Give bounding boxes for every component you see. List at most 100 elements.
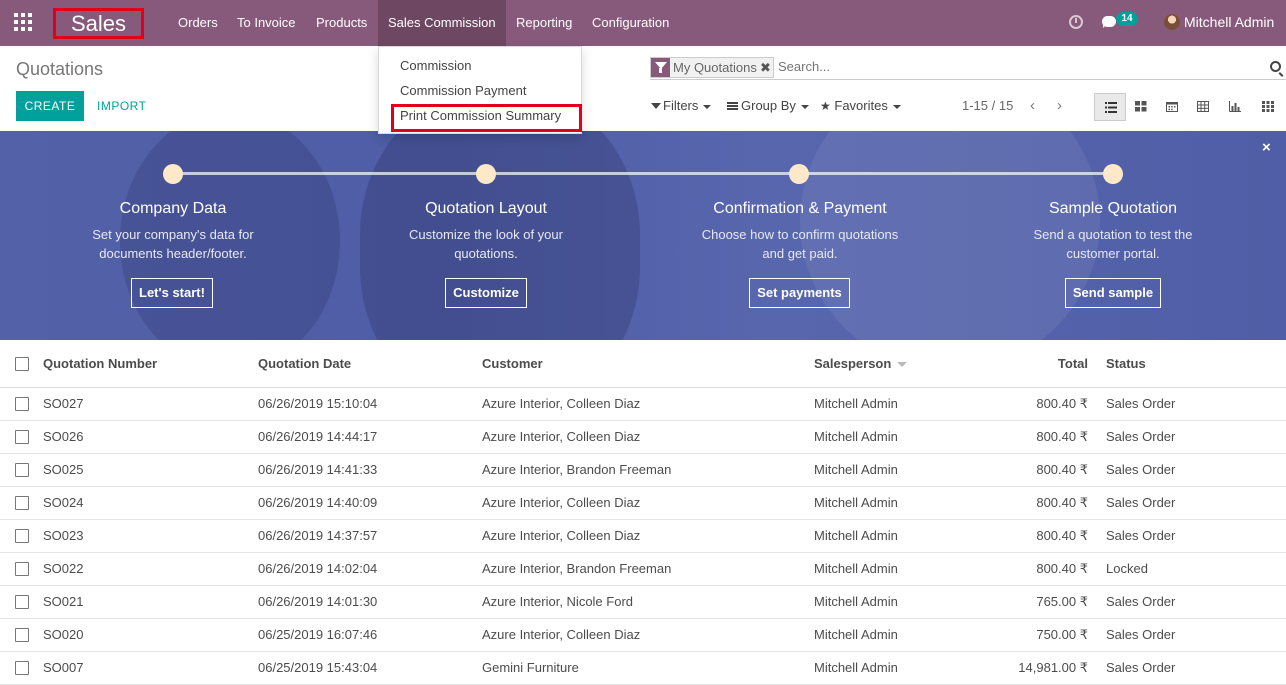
cell-total: 800.40 ₹	[1036, 561, 1088, 576]
apps-grid-icon[interactable]	[14, 13, 34, 33]
customize-button[interactable]: Customize	[445, 278, 527, 308]
row-checkbox[interactable]	[15, 628, 29, 642]
header-customer[interactable]: Customer	[482, 340, 543, 388]
table-row[interactable]: SO021 06/26/2019 14:01:30 Azure Interior, …	[0, 586, 1286, 619]
cell-salesperson: Mitchell Admin	[814, 561, 898, 576]
user-menu[interactable]: Mitchell Admin	[1184, 0, 1274, 45]
cell-quotation-date: 06/25/2019 15:43:04	[258, 660, 378, 675]
list-view-icon	[1105, 102, 1117, 113]
menu-item-commission-payment[interactable]: Commission Payment	[400, 83, 526, 98]
row-checkbox[interactable]	[15, 397, 29, 411]
pager-previous-button[interactable]: ‹	[1030, 98, 1035, 114]
set-payments-button[interactable]: Set payments	[749, 278, 850, 308]
table-row[interactable]: SO024 06/26/2019 14:40:09 Azure Interior, …	[0, 487, 1286, 520]
select-all-checkbox[interactable]	[15, 357, 29, 371]
cell-salesperson: Mitchell Admin	[814, 660, 898, 675]
filters-button[interactable]: Filters	[651, 98, 712, 113]
menu-to-invoice[interactable]: To Invoice	[227, 0, 306, 46]
bar-chart-icon	[1229, 101, 1241, 112]
cell-total: 14,981.00 ₹	[1018, 660, 1088, 675]
step-title: Sample Quotation	[1048, 200, 1178, 217]
filters-label: Filters	[663, 98, 699, 113]
list-view-button[interactable]	[1094, 93, 1126, 121]
row-checkbox[interactable]	[15, 496, 29, 510]
cell-quotation-date: 06/26/2019 14:40:09	[258, 495, 378, 510]
step-dot	[789, 164, 809, 184]
cell-status: Sales Order	[1106, 594, 1176, 609]
pivot-table-icon	[1197, 101, 1209, 112]
filter-icon	[651, 103, 661, 109]
table-row[interactable]: SO026 06/26/2019 14:44:17 Azure Interior, …	[0, 421, 1286, 454]
search-icon[interactable]	[1270, 61, 1281, 72]
row-checkbox[interactable]	[15, 595, 29, 609]
header-salesperson[interactable]: Salesperson	[814, 340, 908, 388]
cell-quotation-number: SO022	[43, 561, 84, 576]
menu-products[interactable]: Products	[306, 0, 377, 46]
messaging-chat-icon[interactable]	[1102, 16, 1116, 28]
header-quotation-date[interactable]: Quotation Date	[258, 340, 351, 388]
cell-customer: Azure Interior, Brandon Freeman	[482, 462, 672, 477]
menu-configuration[interactable]: Configuration	[582, 0, 679, 46]
table-row[interactable]: SO023 06/26/2019 14:37:57 Azure Interior, …	[0, 520, 1286, 553]
kanban-view-icon	[1135, 101, 1147, 112]
pivot-view-button[interactable]	[1187, 93, 1219, 121]
activity-clock-icon[interactable]	[1069, 15, 1083, 29]
graph-view-button[interactable]	[1219, 93, 1251, 121]
sales-commission-dropdown: Commission Commission Payment Print Comm…	[378, 46, 582, 134]
menu-item-commission[interactable]: Commission	[400, 58, 472, 73]
calendar-view-button[interactable]	[1156, 93, 1188, 121]
cell-total: 800.40 ₹	[1036, 396, 1088, 411]
quotations-table: Quotation Number Quotation Date Customer…	[0, 340, 1286, 685]
breadcrumb: Quotations	[16, 59, 104, 79]
cell-quotation-number: SO021	[43, 594, 84, 609]
row-checkbox[interactable]	[15, 529, 29, 543]
lets-start-button[interactable]: Let's start!	[131, 278, 213, 308]
table-row[interactable]: SO022 06/26/2019 14:02:04 Azure Interior, …	[0, 553, 1286, 586]
pager-next-button[interactable]: ›	[1057, 98, 1062, 114]
close-banner-icon[interactable]: ×	[1262, 139, 1271, 156]
highlight-box	[391, 104, 582, 132]
send-sample-button[interactable]: Send sample	[1065, 278, 1161, 308]
step-description: Customize the look of your quotations.	[409, 227, 563, 261]
pager-value[interactable]: 1-15 / 15	[962, 98, 1013, 113]
step-title: Quotation Layout	[425, 200, 547, 217]
facet-remove-icon[interactable]: ✖	[760, 60, 771, 76]
group-by-icon	[727, 102, 738, 110]
row-checkbox[interactable]	[15, 463, 29, 477]
onboarding-banner: × Company Data Set your company's data f…	[0, 131, 1286, 340]
table-row[interactable]: SO025 06/26/2019 14:41:33 Azure Interior, …	[0, 454, 1286, 487]
search-input[interactable]	[778, 59, 1258, 74]
cell-total: 800.40 ₹	[1036, 429, 1088, 444]
row-checkbox[interactable]	[15, 430, 29, 444]
favorites-button[interactable]: ★ Favorites	[820, 98, 901, 113]
user-avatar[interactable]	[1164, 14, 1180, 30]
table-header: Quotation Number Quotation Date Customer…	[0, 340, 1286, 388]
create-button[interactable]: CREATE	[16, 91, 84, 121]
header-status[interactable]: Status	[1106, 340, 1146, 388]
cell-quotation-date: 06/26/2019 14:37:57	[258, 528, 378, 543]
header-total[interactable]: Total	[968, 340, 1088, 388]
kanban-view-button[interactable]	[1125, 93, 1157, 121]
import-button[interactable]: IMPORT	[97, 91, 146, 121]
cell-status: Sales Order	[1106, 660, 1176, 675]
grid-view-icon	[1262, 101, 1274, 112]
menu-sales-commission[interactable]: Sales Commission	[378, 0, 506, 46]
menu-orders[interactable]: Orders	[168, 0, 228, 46]
table-row[interactable]: SO007 06/25/2019 15:43:04 Gemini Furniture…	[0, 652, 1286, 685]
step-dot	[163, 164, 183, 184]
app-brand[interactable]: Sales	[53, 8, 144, 39]
search-bar: My Quotations ✖	[650, 56, 1286, 80]
row-checkbox[interactable]	[15, 562, 29, 576]
table-row[interactable]: SO020 06/25/2019 16:07:46 Azure Interior, …	[0, 619, 1286, 652]
header-quotation-number[interactable]: Quotation Number	[43, 340, 157, 388]
sort-caret-icon	[897, 362, 908, 368]
calendar-view-icon	[1166, 102, 1178, 112]
table-body: SO027 06/26/2019 15:10:04 Azure Interior, …	[0, 388, 1286, 685]
menu-reporting[interactable]: Reporting	[506, 0, 582, 46]
group-by-button[interactable]: Group By	[727, 98, 809, 113]
row-checkbox[interactable]	[15, 661, 29, 675]
cell-quotation-number: SO023	[43, 528, 84, 543]
activity-view-button[interactable]	[1252, 93, 1284, 121]
table-row[interactable]: SO027 06/26/2019 15:10:04 Azure Interior, …	[0, 388, 1286, 421]
cell-quotation-number: SO007	[43, 660, 84, 675]
